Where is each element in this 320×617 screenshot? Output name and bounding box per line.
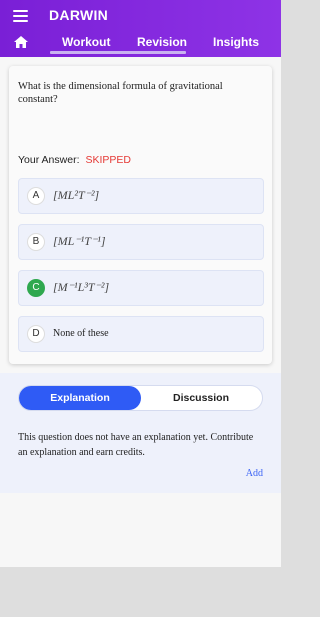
option-d[interactable]: D None of these	[18, 316, 264, 352]
option-text: [ML⁻¹T⁻¹]	[53, 234, 106, 248]
option-c[interactable]: C [M⁻¹L³T⁻²]	[18, 270, 264, 306]
option-letter: B	[27, 233, 45, 251]
your-answer-row: Your Answer: SKIPPED	[18, 154, 131, 166]
your-answer-status: SKIPPED	[85, 154, 132, 166]
tab-indicator	[50, 51, 186, 54]
tab-revision[interactable]: Revision	[137, 35, 187, 49]
add-explanation-link[interactable]: Add	[246, 468, 263, 479]
app-title: DARWIN	[49, 7, 109, 23]
question-card: What is the dimensional formula of gravi…	[9, 66, 272, 364]
option-letter-correct: C	[27, 279, 45, 297]
discussion-tab[interactable]: Discussion	[140, 386, 262, 410]
tab-bar: Workout Revision Insights	[0, 33, 281, 57]
option-text: [ML²T⁻²]	[53, 188, 100, 202]
question-text: What is the dimensional formula of gravi…	[18, 81, 223, 105]
option-letter: D	[27, 325, 45, 343]
option-text: None of these	[53, 328, 109, 339]
option-text: [M⁻¹L³T⁻²]	[53, 280, 110, 294]
tab-workout[interactable]: Workout	[62, 35, 110, 49]
explanation-tab[interactable]: Explanation	[19, 386, 141, 410]
tab-insights[interactable]: Insights	[213, 35, 259, 49]
option-b[interactable]: B [ML⁻¹T⁻¹]	[18, 224, 264, 260]
explanation-toggle: Explanation Discussion	[18, 385, 263, 411]
home-icon[interactable]	[14, 36, 28, 48]
app-header: DARWIN Workout Revision Insights	[0, 0, 281, 57]
question-page: What is the dimensional formula of gravi…	[0, 57, 281, 567]
explanation-section: Explanation Discussion This question doe…	[0, 373, 281, 493]
your-answer-label: Your Answer:	[18, 154, 80, 166]
explanation-text: This question does not have an explanati…	[18, 432, 254, 458]
menu-icon[interactable]	[13, 10, 28, 22]
option-a[interactable]: A [ML²T⁻²]	[18, 178, 264, 214]
option-letter: A	[27, 187, 45, 205]
